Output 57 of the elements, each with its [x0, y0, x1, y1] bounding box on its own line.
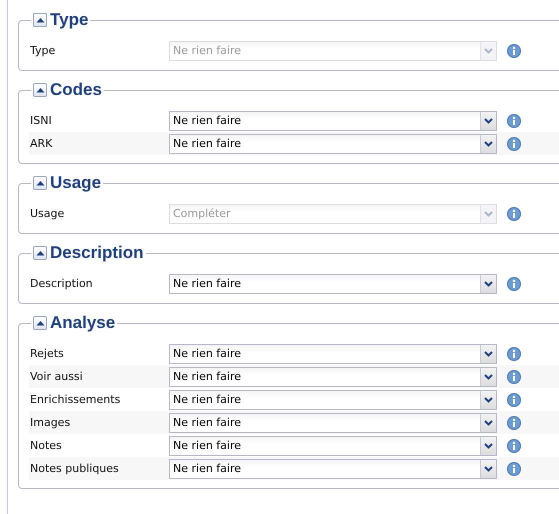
collapse-toggle[interactable] [33, 13, 47, 27]
field-label: Images [29, 416, 72, 429]
collapse-toggle[interactable] [33, 83, 47, 97]
field-label: Rejets [29, 347, 65, 360]
section-title: Usage [50, 173, 102, 193]
info-icon[interactable] [507, 416, 521, 430]
caret-icon [484, 48, 493, 54]
section-title: Type [50, 10, 88, 30]
dropdown-field[interactable]: Ne rien faire [169, 458, 497, 478]
field-label: Voir aussi [29, 370, 84, 383]
dropdown-field[interactable]: Ne rien faire [169, 274, 497, 294]
collapse-toggle[interactable] [33, 316, 47, 330]
caret-icon [484, 350, 493, 356]
caret-icon [484, 442, 493, 448]
info-icon[interactable] [507, 346, 521, 360]
triangle-icon [36, 180, 44, 186]
dropdown-field[interactable]: Ne rien faire [169, 390, 497, 410]
dropdown-field[interactable]: Ne rien faire [169, 134, 497, 154]
caret-icon [484, 118, 493, 124]
dropdown-field[interactable]: Ne rien faire [169, 412, 497, 432]
triangle-icon [36, 250, 44, 256]
field-label: Usage [29, 207, 66, 220]
dropdown-field[interactable]: Ne rien faire [169, 436, 497, 456]
caret-icon [484, 140, 493, 146]
caret-icon [484, 280, 493, 286]
field-label: Description [29, 277, 94, 290]
caret-icon [484, 374, 493, 380]
info-icon[interactable] [507, 206, 521, 220]
section-title: Codes [50, 80, 102, 100]
info-icon[interactable] [507, 136, 521, 150]
info-icon[interactable] [507, 276, 521, 290]
info-icon[interactable] [507, 114, 521, 128]
info-icon[interactable] [507, 370, 521, 384]
caret-icon [484, 210, 493, 216]
field-label: ARK [29, 137, 54, 150]
caret-icon [484, 396, 493, 402]
collapse-toggle[interactable] [33, 246, 47, 260]
triangle-icon [36, 17, 44, 23]
info-icon[interactable] [507, 438, 521, 452]
info-icon[interactable] [507, 462, 521, 476]
dropdown-field[interactable]: Ne rien faire [169, 366, 497, 386]
section-title: Analyse [50, 313, 116, 333]
field-label: Type [29, 44, 56, 57]
field-label: ISNI [29, 114, 53, 127]
field-label: Enrichissements [29, 393, 122, 406]
dropdown-field[interactable]: Ne rien faire [169, 344, 497, 364]
triangle-icon [36, 320, 44, 326]
dropdown-field[interactable]: Ne rien faire [169, 110, 497, 130]
collapse-toggle[interactable] [33, 176, 47, 190]
field-label: Notes publiques [29, 462, 120, 475]
caret-icon [484, 466, 493, 472]
info-icon[interactable] [507, 44, 521, 58]
info-icon[interactable] [507, 392, 521, 406]
section-title: Description [50, 243, 144, 263]
field-label: Notes [29, 439, 63, 452]
triangle-icon [36, 87, 44, 93]
caret-icon [484, 420, 493, 426]
